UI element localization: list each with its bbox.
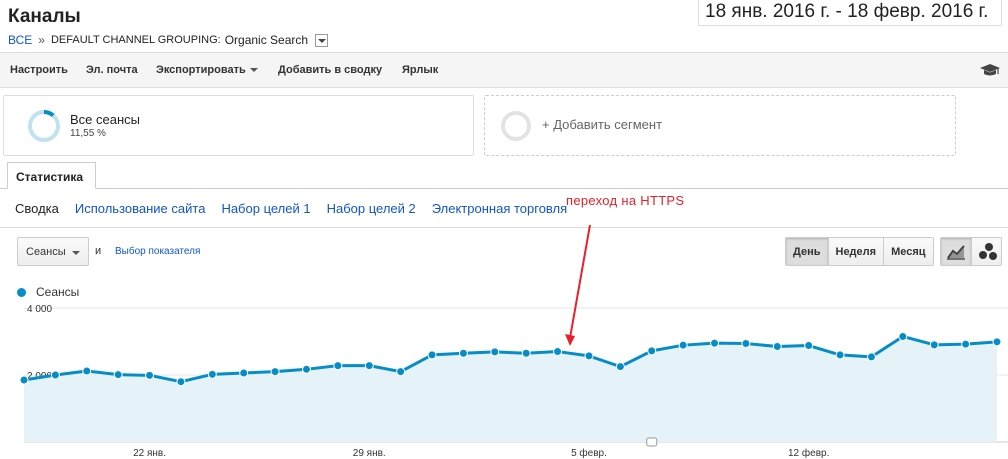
dimension-value: Organic Search xyxy=(224,33,309,47)
data-point xyxy=(804,341,814,351)
https-annotation: переход на HTTPS xyxy=(566,193,685,208)
sessions-chart: 4 0002 00022 янв. 29 янв. 5 февр. 12 февр. xyxy=(19,224,1008,459)
data-point xyxy=(929,340,939,350)
data-point xyxy=(678,340,688,350)
data-point xyxy=(992,337,1002,347)
data-point xyxy=(82,366,92,376)
divider xyxy=(0,227,1008,228)
report-toolbar: Настроить Эл. почта Экспортировать Добав… xyxy=(0,52,1008,88)
data-point xyxy=(521,348,531,358)
page-title: Каналы xyxy=(8,6,81,27)
subtab-goal-set-2[interactable]: Набор целей 2 xyxy=(327,201,416,216)
segment-name: Все сеансы xyxy=(70,112,140,127)
data-point xyxy=(333,361,343,371)
data-point xyxy=(741,339,751,349)
data-point xyxy=(553,347,563,357)
x-tick-label: 22 янв. xyxy=(133,448,166,459)
breadcrumb-separator: » xyxy=(38,33,45,47)
subtab-summary[interactable]: Сводка xyxy=(15,201,59,216)
motion-chart-button[interactable] xyxy=(971,238,1001,265)
period-toggle: День Неделя Месяц xyxy=(785,237,934,266)
subtab-site-usage[interactable]: Использование сайта xyxy=(75,201,206,216)
data-point xyxy=(835,350,845,360)
line-chart-button[interactable] xyxy=(941,238,971,265)
annotation-arrow xyxy=(569,224,591,339)
y-tick-label: 4 000 xyxy=(27,304,52,315)
breadcrumb-all-link[interactable]: ВСЕ xyxy=(8,33,32,47)
add-segment-button[interactable]: + Добавить сегмент xyxy=(484,95,956,156)
data-point xyxy=(898,331,908,341)
dimension-dropdown-icon[interactable] xyxy=(315,33,329,47)
data-point xyxy=(866,352,876,362)
dimension-label: DEFAULT CHANNEL GROUPING: xyxy=(50,34,221,46)
data-point xyxy=(207,369,217,379)
segment-ring-icon xyxy=(28,110,60,142)
add-segment-label: + Добавить сегмент xyxy=(542,117,663,132)
data-point xyxy=(50,370,60,380)
data-point xyxy=(239,368,249,378)
data-point xyxy=(961,339,971,349)
legend-series-name: Сеансы xyxy=(36,285,80,299)
data-point xyxy=(458,348,468,358)
segment-percent: 11,55 % xyxy=(70,128,106,139)
period-day-button[interactable]: День xyxy=(786,238,828,265)
metric-select-value: Сеансы xyxy=(26,246,66,258)
chart-legend: Сеансы xyxy=(17,285,79,299)
chevron-down-icon xyxy=(249,68,258,73)
customize-button[interactable]: Настроить xyxy=(10,64,68,76)
tab-bar xyxy=(0,188,1008,189)
data-point xyxy=(145,370,155,380)
x-tick-label: 12 февр. xyxy=(788,447,829,459)
data-point xyxy=(301,364,311,374)
annotation-arrowhead xyxy=(565,334,575,346)
add-to-dashboard-button[interactable]: Добавить в сводку xyxy=(278,64,382,76)
chevron-down-icon xyxy=(72,251,80,255)
data-point xyxy=(427,350,437,360)
data-point xyxy=(490,347,500,357)
motion-chart-icon xyxy=(979,243,997,260)
tab-statistics[interactable]: Статистика xyxy=(7,162,96,189)
chart-type-toggle xyxy=(940,237,1002,266)
period-month-button[interactable]: Месяц xyxy=(883,238,933,265)
date-range-picker[interactable]: 18 янв. 2016 г. - 18 февр. 2016 г. xyxy=(698,0,1002,26)
data-point xyxy=(647,346,657,356)
and-label: и xyxy=(95,245,102,257)
shortcut-button[interactable]: Ярлык xyxy=(402,64,438,76)
choose-metric-link[interactable]: Выбор показателя xyxy=(115,246,200,257)
data-point xyxy=(176,377,186,387)
metric-select[interactable]: Сеансы xyxy=(17,237,89,266)
period-week-button[interactable]: Неделя xyxy=(827,238,884,265)
export-label: Экспортировать xyxy=(156,64,246,76)
subtab-ecommerce[interactable]: Электронная торговля xyxy=(432,201,567,216)
data-point xyxy=(113,370,123,380)
line-chart-icon xyxy=(947,245,965,260)
legend-dot-icon xyxy=(17,287,26,297)
data-point xyxy=(772,342,782,352)
data-point xyxy=(19,375,29,385)
data-point xyxy=(396,367,406,377)
explorer-subtabs: Сводка Использование сайта Набор целей 1… xyxy=(15,201,583,216)
data-point xyxy=(615,362,625,372)
annotation-marker-icon xyxy=(646,437,658,447)
data-point xyxy=(364,361,374,371)
x-tick-label: 5 февр. xyxy=(571,447,607,459)
breadcrumb: ВСЕ » DEFAULT CHANNEL GROUPING: Organic … xyxy=(8,33,329,47)
x-tick-label: 29 янв. xyxy=(353,448,386,459)
segment-all-sessions[interactable]: Все сеансы 11,55 % xyxy=(3,95,474,156)
data-point xyxy=(584,351,594,361)
graduation-cap-icon[interactable] xyxy=(980,63,1000,77)
email-button[interactable]: Эл. почта xyxy=(86,64,138,76)
data-point xyxy=(710,338,720,348)
export-button[interactable]: Экспортировать xyxy=(156,64,258,76)
data-point xyxy=(270,367,280,377)
empty-ring-icon xyxy=(501,111,531,141)
subtab-goal-set-1[interactable]: Набор целей 1 xyxy=(221,201,310,216)
